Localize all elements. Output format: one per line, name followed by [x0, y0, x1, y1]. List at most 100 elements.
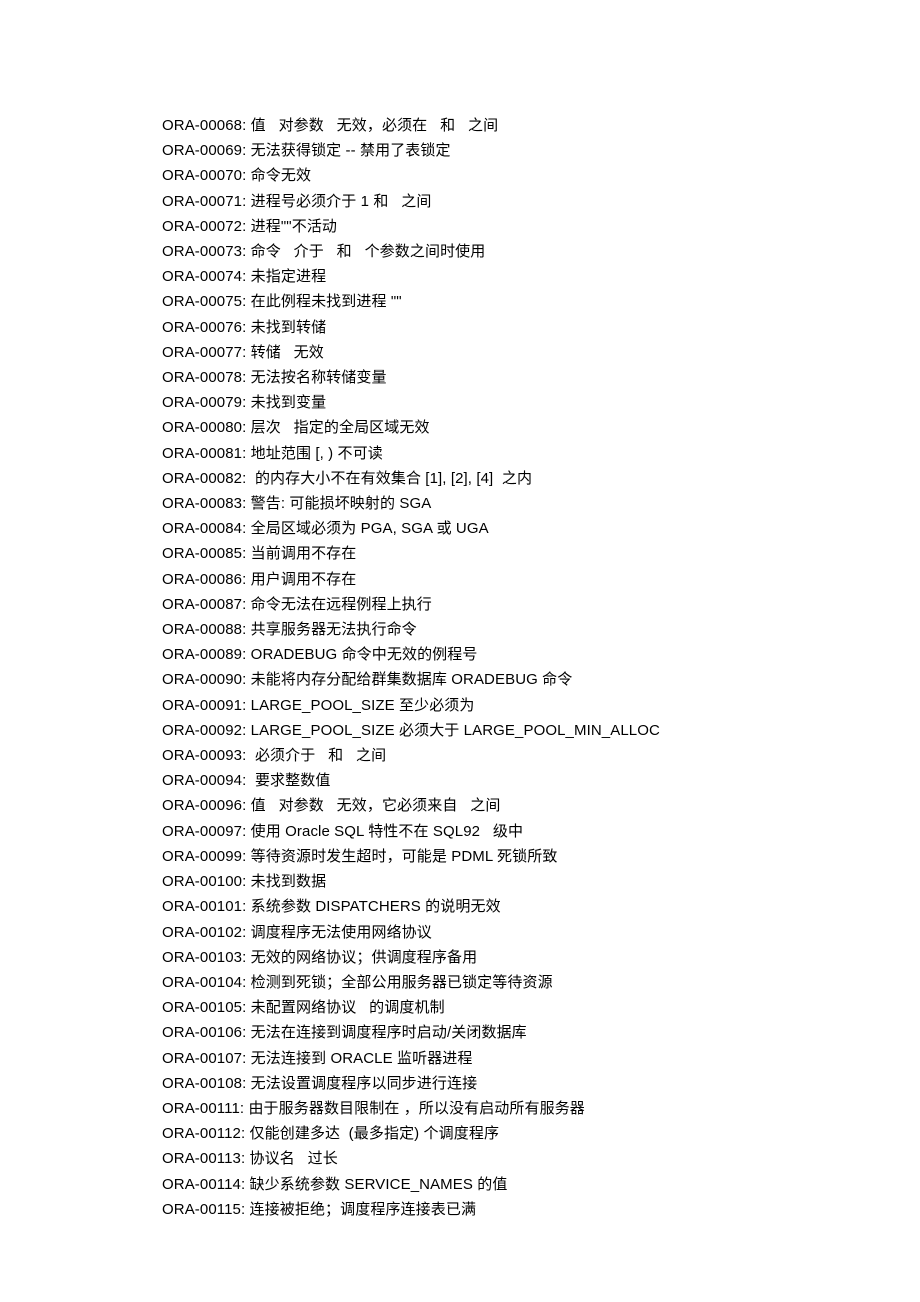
error-message: ORADEBUG 命令中无效的例程号	[251, 646, 478, 663]
error-code: ORA-00113	[162, 1150, 241, 1167]
error-code: ORA-00104	[162, 974, 242, 991]
separator: :	[242, 924, 251, 941]
error-code: ORA-00105	[162, 999, 242, 1016]
error-code: ORA-00112	[162, 1125, 241, 1142]
error-line: ORA-00103: 无效的网络协议；供调度程序备用	[162, 945, 920, 970]
error-line: ORA-00092: LARGE_POOL_SIZE 必须大于 LARGE_PO…	[162, 718, 920, 743]
error-code: ORA-00076	[162, 319, 242, 336]
error-code: ORA-00090	[162, 671, 242, 688]
error-message: 未指定进程	[251, 268, 327, 285]
separator: :	[242, 167, 251, 184]
error-message: 层次 指定的全局区域无效	[251, 419, 430, 436]
error-message: 仅能创建多达 (最多指定) 个调度程序	[250, 1125, 500, 1142]
separator: :	[242, 419, 251, 436]
error-message: 无效的网络协议；供调度程序备用	[251, 949, 478, 966]
error-message: 进程""不活动	[251, 218, 337, 235]
error-line: ORA-00089: ORADEBUG 命令中无效的例程号	[162, 642, 920, 667]
error-line: ORA-00099: 等待资源时发生超时，可能是 PDML 死锁所致	[162, 844, 920, 869]
error-line: ORA-00090: 未能将内存分配给群集数据库 ORADEBUG 命令	[162, 667, 920, 692]
error-code: ORA-00097	[162, 823, 242, 840]
error-line: ORA-00068: 值 对参数 无效，必须在 和 之间	[162, 113, 920, 138]
error-line: ORA-00094: 要求整数值	[162, 768, 920, 793]
error-message: 用户调用不存在	[251, 571, 357, 588]
separator: :	[241, 1125, 250, 1142]
error-line: ORA-00071: 进程号必须介于 1 和 之间	[162, 189, 920, 214]
error-message: 连接被拒绝；调度程序连接表已满	[250, 1201, 477, 1218]
error-message: 警告: 可能损坏映射的 SGA	[251, 495, 432, 512]
error-message: 值 对参数 无效，必须在 和 之间	[251, 117, 499, 134]
error-line: ORA-00086: 用户调用不存在	[162, 567, 920, 592]
separator: :	[242, 949, 251, 966]
separator: :	[242, 697, 251, 714]
error-line: ORA-00101: 系统参数 DISPATCHERS 的说明无效	[162, 894, 920, 919]
separator: :	[242, 218, 251, 235]
error-line: ORA-00085: 当前调用不存在	[162, 541, 920, 566]
error-line: ORA-00076: 未找到转储	[162, 315, 920, 340]
error-line: ORA-00081: 地址范围 [, ) 不可读	[162, 441, 920, 466]
separator: :	[242, 898, 251, 915]
error-message: 由于服务器数目限制在 ，所以没有启动所有服务器	[248, 1100, 584, 1117]
separator: :	[242, 823, 251, 840]
separator: :	[242, 873, 251, 890]
error-code: ORA-00107	[162, 1050, 242, 1067]
error-code: ORA-00102	[162, 924, 242, 941]
error-code: ORA-00075	[162, 293, 242, 310]
error-code: ORA-00091	[162, 697, 242, 714]
error-code: ORA-00082	[162, 470, 242, 487]
error-code: ORA-00106	[162, 1024, 242, 1041]
error-message: 无法在连接到调度程序时启动/关闭数据库	[251, 1024, 527, 1041]
error-message: 无法按名称转储变量	[251, 369, 387, 386]
error-line: ORA-00082: 的内存大小不在有效集合 [1], [2], [4] 之内	[162, 466, 920, 491]
separator: :	[242, 445, 251, 462]
error-code: ORA-00103	[162, 949, 242, 966]
separator: :	[242, 797, 251, 814]
error-line: ORA-00070: 命令无效	[162, 163, 920, 188]
error-code: ORA-00089	[162, 646, 242, 663]
error-message: 系统参数 DISPATCHERS 的说明无效	[251, 898, 501, 915]
separator: :	[242, 369, 251, 386]
error-code: ORA-00115	[162, 1201, 241, 1218]
error-message: 命令无法在远程例程上执行	[251, 596, 432, 613]
error-code: ORA-00072	[162, 218, 242, 235]
error-line: ORA-00105: 未配置网络协议 的调度机制	[162, 995, 920, 1020]
error-message: LARGE_POOL_SIZE 至少必须为	[251, 697, 475, 714]
error-code: ORA-00096	[162, 797, 242, 814]
error-code: ORA-00099	[162, 848, 242, 865]
error-code: ORA-00111	[162, 1100, 240, 1117]
error-message: 的内存大小不在有效集合 [1], [2], [4] 之内	[251, 470, 532, 487]
error-line: ORA-00100: 未找到数据	[162, 869, 920, 894]
error-code: ORA-00080	[162, 419, 242, 436]
separator: :	[242, 520, 251, 537]
error-message: 必须介于 和 之间	[251, 747, 387, 764]
error-code: ORA-00093	[162, 747, 242, 764]
error-code: ORA-00085	[162, 545, 242, 562]
error-line: ORA-00111: 由于服务器数目限制在 ，所以没有启动所有服务器	[162, 1096, 920, 1121]
error-message: 共享服务器无法执行命令	[251, 621, 417, 638]
error-message: 未配置网络协议 的调度机制	[251, 999, 445, 1016]
separator: :	[242, 545, 251, 562]
error-line: ORA-00104: 检测到死锁；全部公用服务器已锁定等待资源	[162, 970, 920, 995]
error-message: 无法连接到 ORACLE 监听器进程	[251, 1050, 473, 1067]
separator: :	[241, 1150, 250, 1167]
error-line: ORA-00080: 层次 指定的全局区域无效	[162, 415, 920, 440]
error-code: ORA-00114	[162, 1176, 241, 1193]
error-message: 转储 无效	[251, 344, 324, 361]
error-code: ORA-00070	[162, 167, 242, 184]
separator: :	[242, 193, 251, 210]
separator: :	[242, 394, 251, 411]
error-code: ORA-00100	[162, 873, 242, 890]
error-message: 未找到变量	[251, 394, 327, 411]
error-code: ORA-00068	[162, 117, 242, 134]
error-message: 地址范围 [, ) 不可读	[251, 445, 383, 462]
error-message: 进程号必须介于 1 和 之间	[251, 193, 432, 210]
error-line: ORA-00084: 全局区域必须为 PGA, SGA 或 UGA	[162, 516, 920, 541]
document-page: ORA-00068: 值 对参数 无效，必须在 和 之间ORA-00069: 无…	[0, 0, 920, 1222]
separator: :	[242, 571, 251, 588]
error-code: ORA-00094	[162, 772, 242, 789]
separator: :	[242, 999, 251, 1016]
error-line: ORA-00102: 调度程序无法使用网络协议	[162, 920, 920, 945]
error-message: 调度程序无法使用网络协议	[251, 924, 432, 941]
error-line: ORA-00114: 缺少系统参数 SERVICE_NAMES 的值	[162, 1172, 920, 1197]
error-code: ORA-00081	[162, 445, 242, 462]
error-code: ORA-00086	[162, 571, 242, 588]
